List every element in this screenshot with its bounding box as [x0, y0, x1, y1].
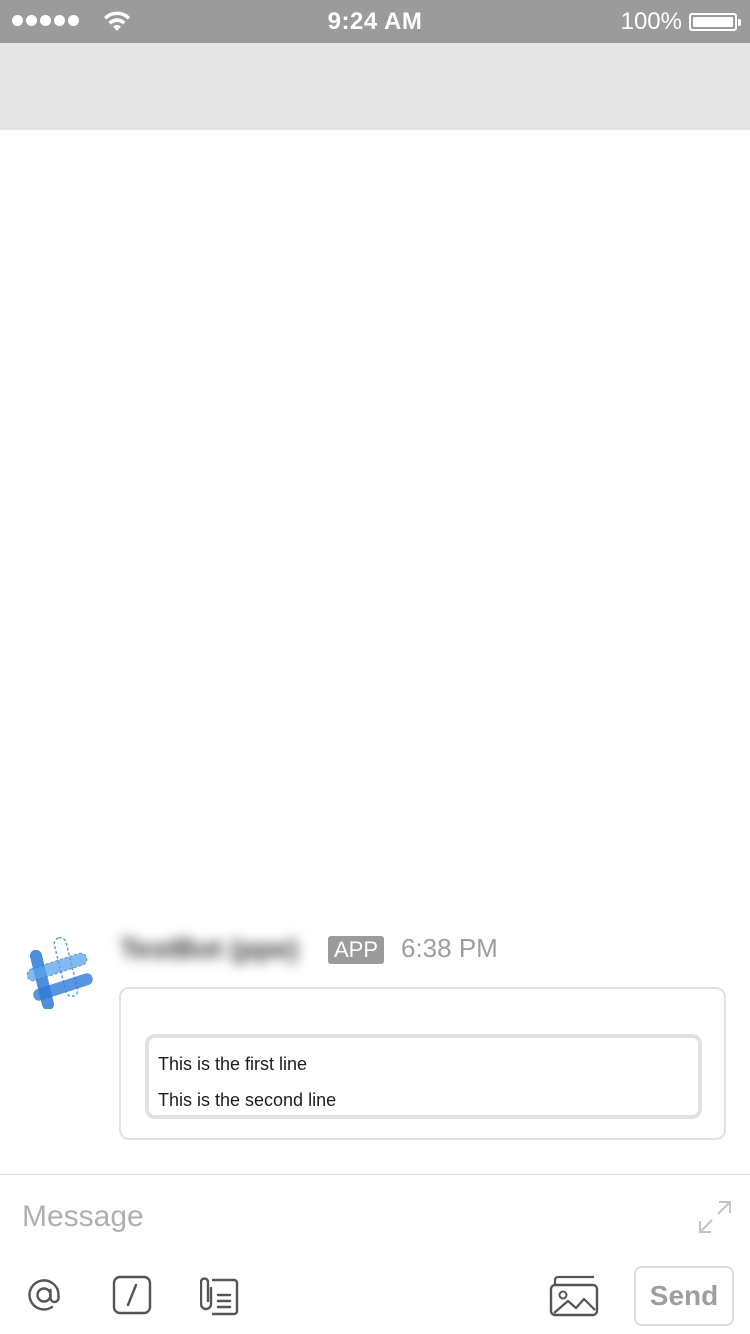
mention-button[interactable]	[22, 1273, 66, 1317]
text-line-1: This is the first line	[158, 1054, 308, 1074]
message-composer: Send	[0, 1174, 750, 1334]
battery-percentage: 100%	[620, 8, 682, 35]
expand-icon[interactable]	[697, 1199, 733, 1235]
photo-icon	[549, 1275, 599, 1317]
text-block: This is the first line This is the secon…	[145, 1034, 702, 1119]
battery-icon	[689, 13, 741, 31]
slash-command-button[interactable]	[110, 1273, 154, 1317]
channel-header	[0, 43, 750, 130]
message-input[interactable]	[22, 1197, 662, 1237]
message-attachment: This is the first line This is the secon…	[119, 987, 726, 1140]
slash-command-icon	[112, 1275, 152, 1315]
app-badge: APP	[328, 936, 385, 964]
mention-icon	[28, 1279, 60, 1311]
files-icon	[200, 1277, 239, 1316]
status-bar: 9:24 AM 100%	[0, 0, 750, 43]
sender-name[interactable]: TestBot (ppe)	[120, 933, 298, 965]
message-timestamp: 6:38 PM	[401, 933, 498, 963]
files-button[interactable]	[198, 1273, 242, 1317]
send-button[interactable]: Send	[634, 1266, 734, 1326]
bot-avatar-icon[interactable]	[22, 935, 96, 1009]
photo-button[interactable]	[549, 1275, 601, 1317]
text-line-2: This is the second line	[158, 1090, 337, 1110]
